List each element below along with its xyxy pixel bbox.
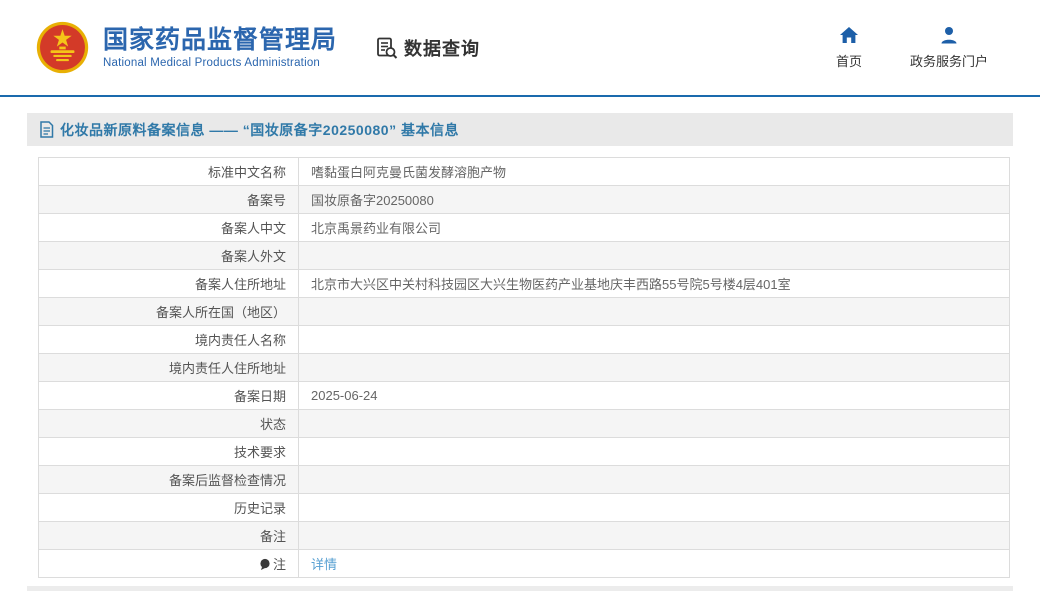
row-value: 详情: [299, 550, 1010, 578]
page-title-bar: 化妆品新原料备案信息 —— “国妆原备字20250080” 基本信息: [27, 113, 1013, 146]
row-value: 2025-06-24: [299, 382, 1010, 410]
row-label: 境内责任人名称: [39, 326, 299, 354]
row-label: 注: [39, 550, 299, 578]
table-row: 历史记录: [39, 494, 1010, 522]
row-label: 备案后监督检查情况: [39, 466, 299, 494]
row-label: 境内责任人住所地址: [39, 354, 299, 382]
row-value: 北京市大兴区中关村科技园区大兴生物医药产业基地庆丰西路55号院5号楼4层401室: [299, 270, 1010, 298]
row-label: 备案人中文: [39, 214, 299, 242]
brand-title-cn: 国家药品监督管理局: [103, 26, 337, 55]
row-value: [299, 354, 1010, 382]
table-row: 技术要求: [39, 438, 1010, 466]
row-value: 北京禹景药业有限公司: [299, 214, 1010, 242]
data-query-icon: [375, 36, 399, 60]
header-nav: 首页 政务服务门户: [836, 25, 988, 70]
table-row: 备案人所在国（地区）: [39, 298, 1010, 326]
row-label: 历史记录: [39, 494, 299, 522]
home-icon: [839, 25, 859, 45]
brand: 国家药品监督管理局 National Medical Products Admi…: [103, 26, 337, 70]
row-value: [299, 494, 1010, 522]
row-value: 嗜黏蛋白阿克曼氏菌发酵溶胞产物: [299, 158, 1010, 186]
brand-title-en: National Medical Products Administration: [103, 57, 337, 69]
nav-item-portal[interactable]: 政务服务门户: [910, 25, 988, 70]
filing-info-table: 标准中文名称嗜黏蛋白阿克曼氏菌发酵溶胞产物备案号国妆原备字20250080备案人…: [38, 157, 1010, 578]
row-label: 状态: [39, 410, 299, 438]
row-value: [299, 298, 1010, 326]
table-row: 境内责任人住所地址: [39, 354, 1010, 382]
detail-link[interactable]: 详情: [311, 557, 337, 572]
user-icon: [939, 25, 959, 45]
table-row: 境内责任人名称: [39, 326, 1010, 354]
table-row: 注详情: [39, 550, 1010, 578]
document-icon: [39, 121, 54, 138]
table-row: 备注: [39, 522, 1010, 550]
filing-table-body: 标准中文名称嗜黏蛋白阿克曼氏菌发酵溶胞产物备案号国妆原备字20250080备案人…: [39, 158, 1010, 578]
page-title: 化妆品新原料备案信息 —— “国妆原备字20250080” 基本信息: [60, 120, 459, 140]
row-value: [299, 326, 1010, 354]
row-value: [299, 466, 1010, 494]
table-row: 备案人外文: [39, 242, 1010, 270]
note-icon: [259, 558, 271, 574]
nav-item-home[interactable]: 首页: [836, 25, 862, 70]
nav-item-label: 首页: [836, 51, 862, 70]
row-label: 备案人所在国（地区）: [39, 298, 299, 326]
row-label: 技术要求: [39, 438, 299, 466]
row-value: [299, 438, 1010, 466]
main-content: 化妆品新原料备案信息 —— “国妆原备字20250080” 基本信息 标准中文名…: [0, 113, 1040, 591]
row-value: 国妆原备字20250080: [299, 186, 1010, 214]
row-value: [299, 410, 1010, 438]
data-query-nav[interactable]: 数据查询: [375, 35, 480, 61]
row-label: 标准中文名称: [39, 158, 299, 186]
footer-strip: [27, 586, 1013, 591]
table-row: 备案日期2025-06-24: [39, 382, 1010, 410]
data-query-label: 数据查询: [404, 35, 480, 61]
site-header: 国家药品监督管理局 National Medical Products Admi…: [0, 0, 1040, 97]
table-row: 标准中文名称嗜黏蛋白阿克曼氏菌发酵溶胞产物: [39, 158, 1010, 186]
row-label: 备案人外文: [39, 242, 299, 270]
row-label: 备案人住所地址: [39, 270, 299, 298]
table-row: 备案号国妆原备字20250080: [39, 186, 1010, 214]
row-value: [299, 522, 1010, 550]
row-label: 备案号: [39, 186, 299, 214]
table-row: 备案人中文北京禹景药业有限公司: [39, 214, 1010, 242]
national-emblem-logo[interactable]: [35, 20, 90, 75]
row-value: [299, 242, 1010, 270]
row-label: 备注: [39, 522, 299, 550]
row-label: 备案日期: [39, 382, 299, 410]
nav-item-label: 政务服务门户: [910, 51, 988, 70]
table-row: 备案后监督检查情况: [39, 466, 1010, 494]
table-row: 状态: [39, 410, 1010, 438]
table-row: 备案人住所地址北京市大兴区中关村科技园区大兴生物医药产业基地庆丰西路55号院5号…: [39, 270, 1010, 298]
